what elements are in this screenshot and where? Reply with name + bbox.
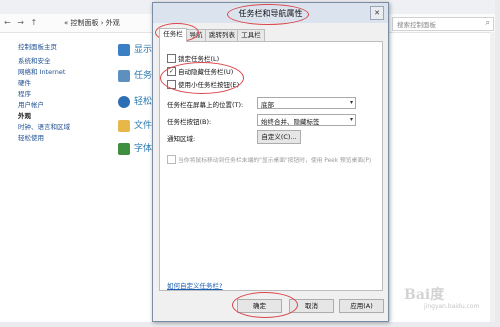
annotation-circle-autohide xyxy=(160,62,244,94)
folder-icon xyxy=(118,120,130,132)
annotation-circle-title xyxy=(227,4,309,25)
tab-toolbars[interactable]: 工具栏 xyxy=(237,29,265,41)
watermark-sub: jingyan.baidu.com xyxy=(424,303,480,310)
lock-taskbar-checkbox[interactable] xyxy=(167,54,176,63)
category-label: 文件 xyxy=(134,121,153,131)
taskbar-buttons-label: 任务栏按钮(B): xyxy=(167,118,212,126)
peek-checkbox xyxy=(167,155,176,164)
sidebar-item-ease[interactable]: 轻松使用 xyxy=(18,133,108,144)
location-label: 任务栏在屏幕上的位置(T): xyxy=(167,101,244,109)
breadcrumb[interactable]: « 控制面板 › 外观 xyxy=(64,18,120,28)
sidebar-item-network[interactable]: 网络和 Internet xyxy=(18,67,108,78)
monitor-icon xyxy=(118,44,130,56)
annotation-circle-ok xyxy=(232,292,298,318)
location-select[interactable]: 底部 ▾ xyxy=(257,97,356,109)
window-frame-right xyxy=(495,0,500,327)
taskbar-properties-dialog: 任务栏和导航属性 ✕ 任务栏 导航 跳转列表 工具栏 锁定任务栏(L) ✓ 自动… xyxy=(152,2,389,322)
close-icon[interactable]: ✕ xyxy=(370,6,384,20)
notification-area-label: 通知区域: xyxy=(167,135,196,143)
sidebar-item-hardware[interactable]: 硬件 xyxy=(18,78,108,89)
sidebar-item-appearance: 外观 xyxy=(18,112,31,120)
taskbar-icon xyxy=(118,70,130,82)
taskbar-buttons-select[interactable]: 始终合并、隐藏标签 ▾ xyxy=(257,114,356,126)
search-placeholder: 搜索控制面板 xyxy=(397,21,436,29)
tab-taskbar[interactable]: 任务栏 xyxy=(159,28,187,42)
chevron-down-icon: ▾ xyxy=(349,99,353,106)
sidebar: 控制面板主页 系统和安全 网络和 Internet 硬件 程序 用户帐户 外观 … xyxy=(18,42,108,144)
category-label: 轻松 xyxy=(134,97,153,107)
font-icon xyxy=(118,143,130,155)
customize-button[interactable]: 自定义(C)... xyxy=(257,130,301,144)
sidebar-item-programs[interactable]: 程序 xyxy=(18,89,108,100)
tab-jumplists[interactable]: 跳转列表 xyxy=(205,29,239,41)
window-frame-bottom xyxy=(0,322,500,327)
apply-button[interactable]: 应用(A) xyxy=(339,299,384,313)
category-label: 任务 xyxy=(134,71,153,81)
search-input[interactable]: 搜索控制面板 ⌕ xyxy=(392,17,494,31)
category-label: 显示 xyxy=(134,45,153,55)
chevron-down-icon: ▾ xyxy=(349,116,353,123)
sidebar-item-system[interactable]: 系统和安全 xyxy=(18,56,108,67)
location-value: 底部 xyxy=(261,101,274,109)
sidebar-item-region[interactable]: 时钟、语言和区域 xyxy=(18,122,108,133)
taskbar-buttons-value: 始终合并、隐藏标签 xyxy=(261,118,320,126)
sidebar-item-home[interactable]: 控制面板主页 xyxy=(18,42,108,53)
peek-label: 当你将鼠标移动到任务栏末端的"显示桌面"按钮时，使用 Peek 预览桌面(P) xyxy=(178,158,372,164)
ease-icon xyxy=(118,96,130,108)
watermark: Bai度 xyxy=(404,287,445,303)
help-link[interactable]: 如何自定义任务栏? xyxy=(167,280,222,290)
sidebar-item-users[interactable]: 用户帐户 xyxy=(18,100,108,111)
nav-buttons[interactable]: ← → ↑ xyxy=(4,18,39,27)
search-icon[interactable]: ⌕ xyxy=(486,18,490,28)
category-label: 字体 xyxy=(134,144,153,154)
